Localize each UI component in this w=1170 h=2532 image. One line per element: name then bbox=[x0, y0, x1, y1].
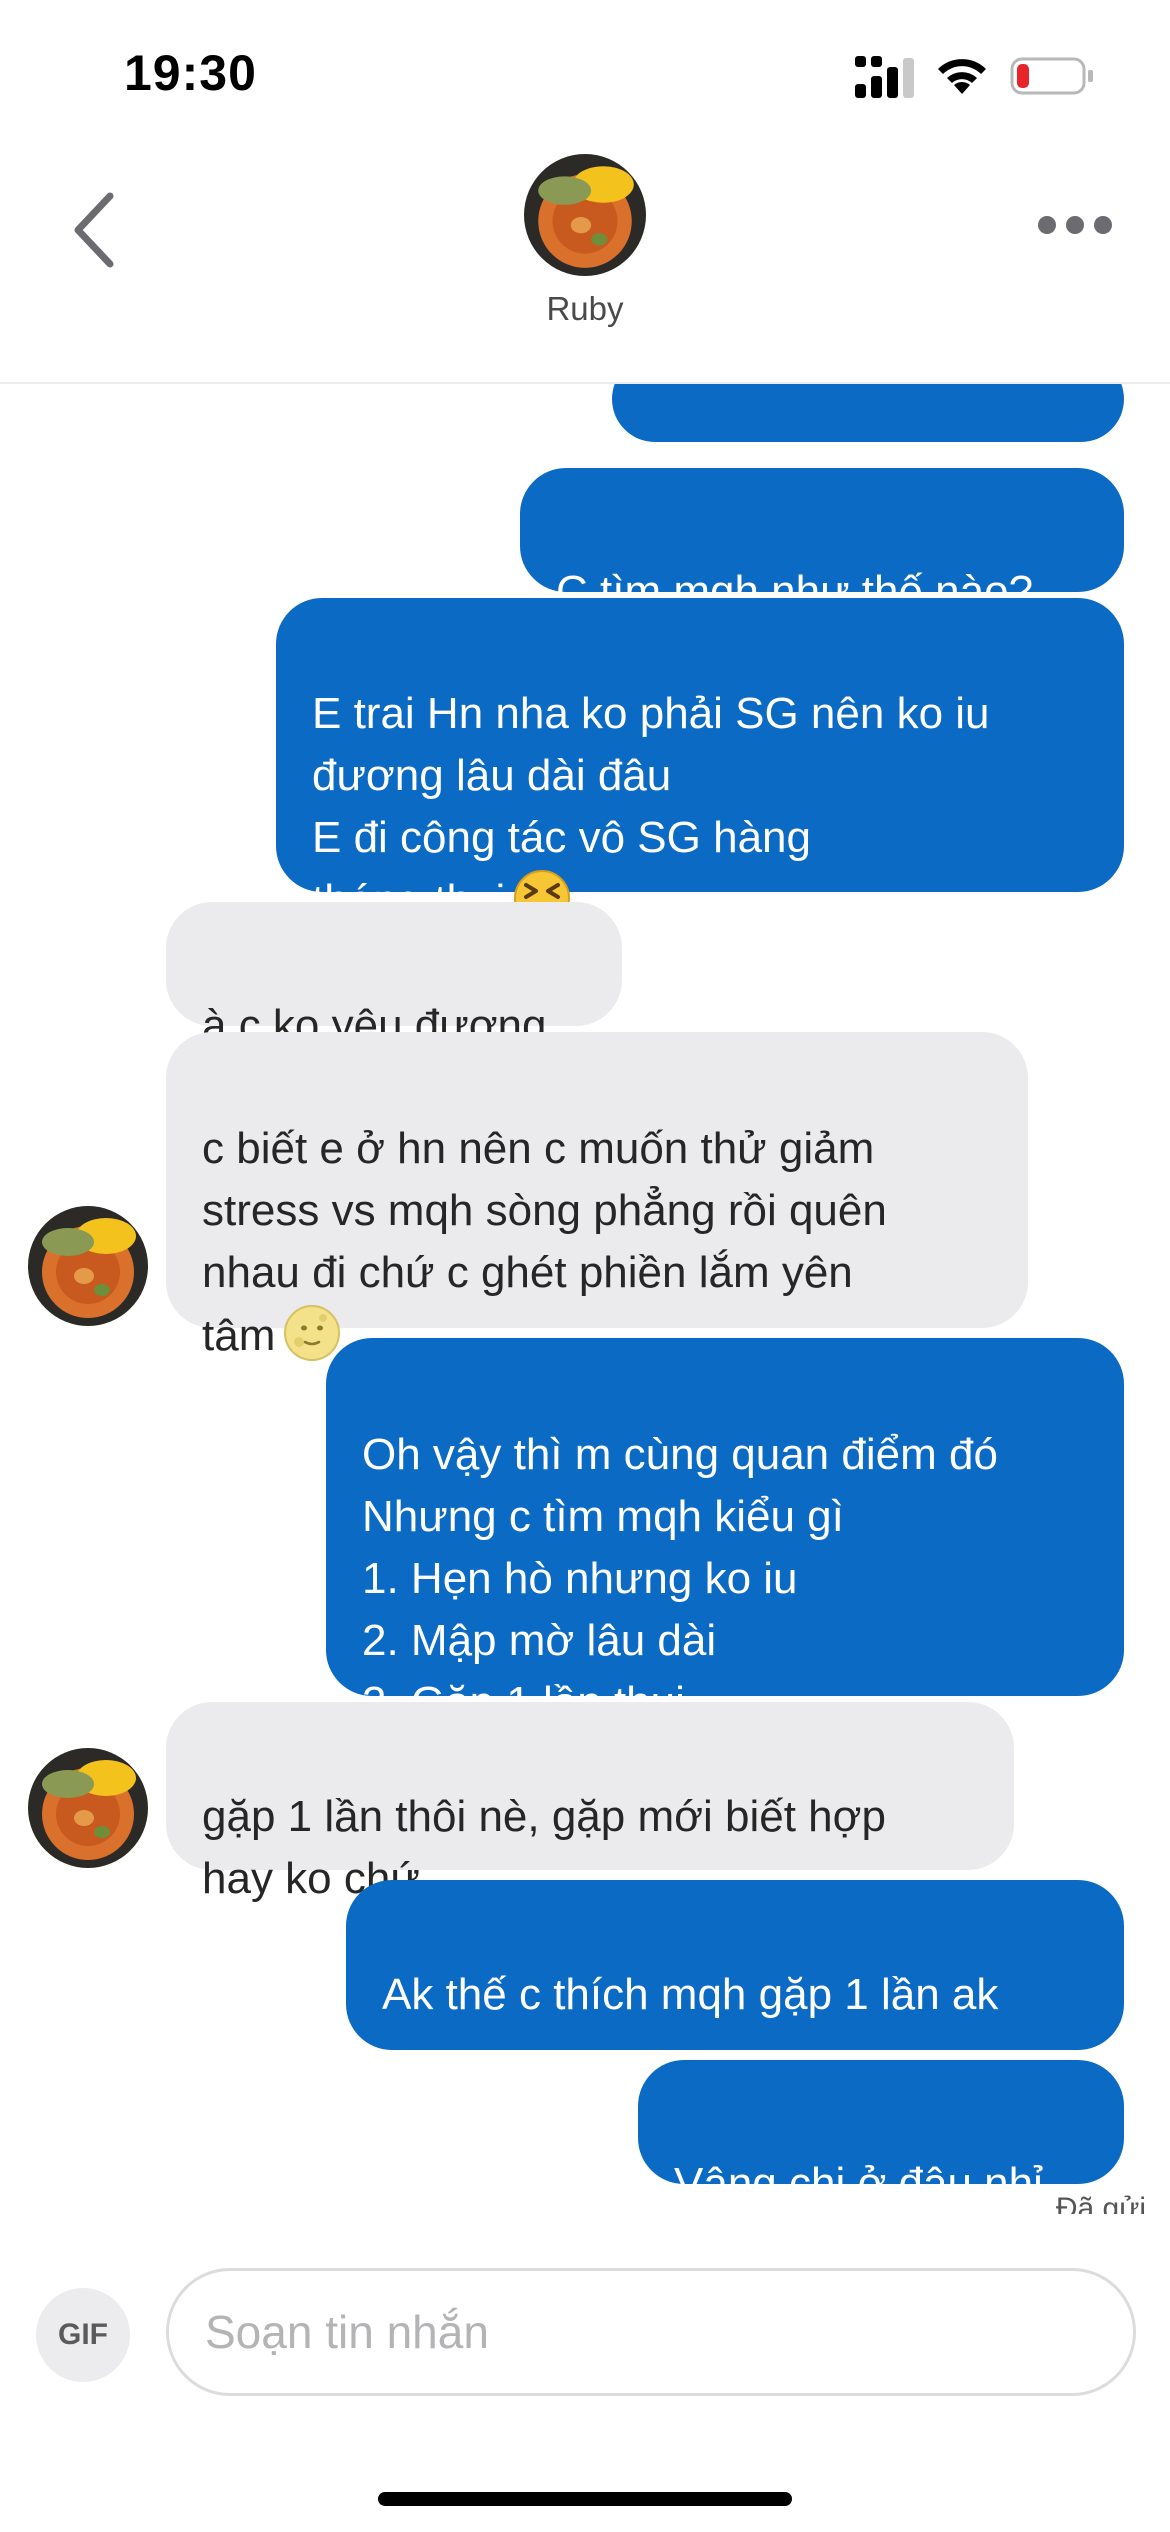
message-bubble-incoming[interactable]: c biết e ở hn nên c muốn thử giảm stress… bbox=[166, 1032, 1028, 1361]
message-input[interactable] bbox=[166, 2268, 1136, 2396]
message-text: Ak thế c thích mqh gặp 1 lần ak bbox=[382, 1970, 999, 2019]
conversation-header: Ruby bbox=[0, 150, 1170, 384]
wifi-icon bbox=[938, 59, 986, 94]
message-text: E trai Hn nha ko phải SG nên ko iu đương… bbox=[312, 689, 990, 925]
gif-button[interactable]: GIF bbox=[36, 2288, 130, 2382]
message-list[interactable]: Oh hơn 3 tủi thui kk C tìm mqh như thế n… bbox=[0, 384, 1170, 2214]
full-moon-face-emoji-icon bbox=[284, 1305, 341, 1361]
signal-icon bbox=[855, 56, 914, 98]
message-bubble-outgoing[interactable]: Ak thế c thích mqh gặp 1 lần ak bbox=[346, 1880, 1124, 2050]
home-indicator bbox=[378, 2492, 792, 2506]
status-time: 19:30 bbox=[124, 45, 257, 101]
message-bubble-outgoing[interactable]: Vâng chị ở đâu nhỉ bbox=[638, 2060, 1124, 2208]
message-bubble-outgoing[interactable]: C tìm mqh như thế nào? bbox=[520, 468, 1124, 616]
sent-status-label: Đã gửi bbox=[1055, 2192, 1146, 2214]
contact-avatar-small[interactable] bbox=[28, 1206, 148, 1326]
message-bubble-incoming[interactable]: à c ko yêu đương bbox=[166, 902, 622, 1050]
battery-icon bbox=[1010, 57, 1093, 95]
contact-name[interactable]: Ruby bbox=[0, 290, 1170, 328]
message-bubble-outgoing[interactable]: Oh vậy thì m cùng quan điểm đó Nhưng c t… bbox=[326, 1338, 1124, 1727]
message-text: Vâng chị ở đâu nhỉ bbox=[674, 2159, 1043, 2208]
message-bubble-outgoing[interactable]: E trai Hn nha ko phải SG nên ko iu đương… bbox=[276, 598, 1124, 926]
contact-avatar-small[interactable] bbox=[28, 1748, 148, 1868]
contact-avatar[interactable] bbox=[524, 154, 646, 276]
message-text: Oh vậy thì m cùng quan điểm đó Nhưng c t… bbox=[362, 1430, 998, 1727]
status-bar: 19:30 bbox=[0, 0, 1170, 150]
more-options-icon[interactable] bbox=[1035, 210, 1115, 240]
message-bubble-outgoing[interactable]: Oh hơn 3 tủi thui kk bbox=[612, 384, 1124, 491]
chevron-left-icon[interactable] bbox=[66, 188, 122, 272]
message-bubble-incoming[interactable]: gặp 1 lần thôi nè, gặp mới biết hợp hay … bbox=[166, 1702, 1014, 1903]
